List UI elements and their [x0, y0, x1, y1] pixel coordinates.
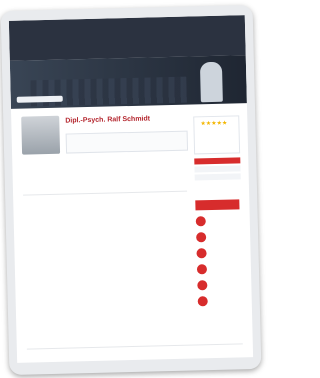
sidebar-cta-button[interactable]: [195, 199, 240, 211]
content-columns: [23, 195, 191, 349]
badge-icon: [196, 264, 208, 275]
badge-icon: [197, 296, 208, 307]
sidebar-badge-6: [197, 295, 242, 307]
content-tabs: [22, 184, 188, 196]
right-column-text: [107, 198, 185, 200]
cta-secondary[interactable]: [194, 165, 241, 173]
sidebar-badge-4: [196, 263, 241, 275]
about-text: [22, 157, 187, 187]
quick-actions: [194, 157, 241, 182]
badge-icon: [196, 232, 207, 243]
badge-icon: [197, 280, 208, 291]
badge-icon: [196, 248, 207, 259]
sidebar-badge-1: [195, 215, 240, 227]
left-column-text: [23, 200, 101, 202]
top-header: [8, 15, 246, 61]
right-column-title: [107, 195, 185, 197]
sidebar-badge-5: [197, 279, 241, 291]
contact-info: [119, 23, 179, 24]
profile-name: Dipl.-Psych. Ralf Schmidt: [65, 115, 151, 125]
profile-portrait: [21, 115, 61, 155]
tablet-frame: Dipl.-Psych. Ralf Schmidt ★★★★★: [0, 4, 262, 376]
speaker-photo: [199, 61, 223, 103]
badge-icon: [195, 216, 206, 227]
cta-primary[interactable]: [194, 157, 241, 165]
left-column-title: [23, 197, 101, 199]
browser-screen: Dipl.-Psych. Ralf Schmidt ★★★★★: [8, 15, 254, 363]
cta-tertiary[interactable]: [194, 173, 241, 181]
hero-banner: [9, 55, 247, 109]
profile-tagline: [65, 125, 185, 128]
sidebar-badge-2: [196, 231, 240, 243]
left-column: [23, 197, 105, 349]
site-logo[interactable]: [13, 24, 49, 37]
right-sidebar: [195, 199, 242, 340]
sidebar-badge-3: [196, 247, 240, 259]
rating-box: ★★★★★: [193, 115, 241, 155]
audience-illustration: [30, 76, 187, 107]
rating-stars-icon: ★★★★★: [200, 120, 228, 128]
contact-info-secondary: [187, 21, 241, 22]
profile-infobox: [65, 130, 189, 154]
search-input[interactable]: [16, 95, 63, 103]
profile-main: Dipl.-Psych. Ralf Schmidt ★★★★★: [11, 103, 253, 363]
right-column: [107, 195, 189, 347]
rating-score: [201, 129, 233, 130]
